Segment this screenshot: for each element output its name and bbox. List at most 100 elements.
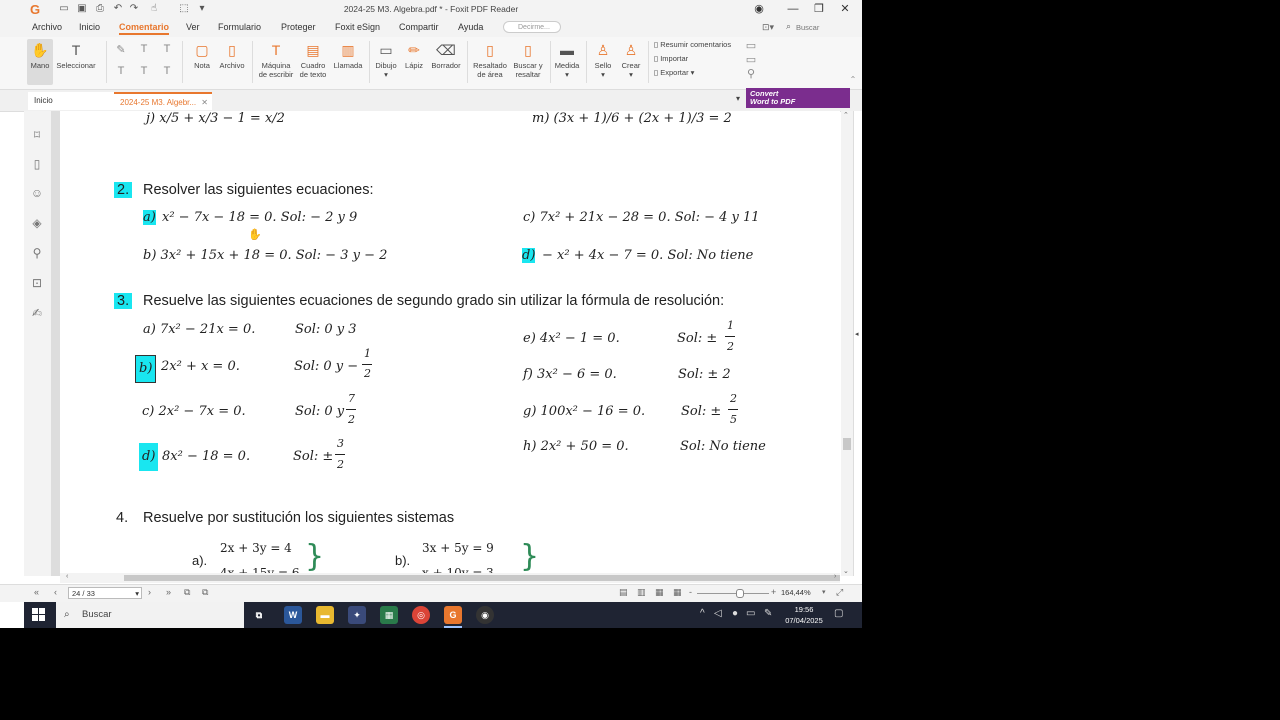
continuous-facing-icon[interactable]: ▦: [673, 587, 682, 598]
pencil-button[interactable]: ✏ Lápiz: [401, 39, 427, 85]
copy-page-icon[interactable]: ⧉: [184, 587, 190, 598]
security-icon[interactable]: ⊡: [30, 276, 44, 290]
insert-icon[interactable]: T: [160, 65, 174, 77]
first-page-icon[interactable]: «: [34, 587, 39, 597]
chrome-icon[interactable]: ◎: [412, 606, 430, 624]
horizontal-scroll-thumb[interactable]: [124, 575, 840, 581]
foxit-taskbar-icon[interactable]: G: [444, 606, 462, 624]
scroll-up-icon[interactable]: ⌃: [843, 111, 849, 119]
facing-page-icon[interactable]: ▦: [655, 587, 664, 598]
menu-inicio[interactable]: Inicio: [79, 22, 100, 32]
page-dropdown-icon[interactable]: ▾: [135, 588, 139, 600]
replace-icon[interactable]: T: [137, 65, 151, 77]
horizontal-scrollbar[interactable]: ‹ ›: [60, 573, 840, 583]
menu-comentario[interactable]: Comentario: [119, 22, 170, 35]
collapse-ribbon-icon[interactable]: ⌃: [846, 75, 860, 84]
word-app-icon[interactable]: W: [284, 606, 302, 624]
textbox-button[interactable]: ▤ Cuadro de texto: [296, 39, 330, 85]
select-tool-button[interactable]: T Seleccionar: [55, 39, 97, 85]
recorder-icon[interactable]: ◉: [476, 606, 494, 624]
scroll-right-icon[interactable]: ›: [834, 573, 836, 580]
zoom-slider[interactable]: [697, 593, 769, 594]
convert-word-banner[interactable]: Convert Word to PDF: [746, 88, 850, 108]
fullscreen-icon[interactable]: ⤢: [836, 587, 843, 598]
note-button[interactable]: ▢ Nota: [188, 39, 216, 85]
highlight-icon[interactable]: ✎: [114, 43, 128, 56]
expand-right-panel-icon[interactable]: ◂: [855, 330, 859, 338]
menu-foxit-esign[interactable]: Foxit eSign: [335, 22, 380, 32]
show-hidden-icons-icon[interactable]: ^: [700, 608, 705, 619]
tell-me-input[interactable]: Decirme...: [503, 21, 561, 33]
minimize-button[interactable]: —: [780, 1, 806, 18]
comments-icon[interactable]: ☺: [30, 186, 44, 200]
menu-ayuda[interactable]: Ayuda: [458, 22, 483, 32]
microphone-icon[interactable]: ●: [732, 608, 738, 619]
pin-icon[interactable]: ⚲: [744, 67, 758, 80]
underline-icon[interactable]: T: [137, 43, 151, 55]
windows-start-icon[interactable]: [32, 608, 46, 622]
import-button[interactable]: ▯ Importar: [654, 54, 688, 63]
single-page-icon[interactable]: ▤: [619, 587, 628, 598]
tab-list-icon[interactable]: ▾: [736, 94, 740, 103]
attachment-icon[interactable]: ⚲: [30, 246, 44, 260]
account-icon[interactable]: ◉: [748, 1, 770, 18]
previous-page-icon[interactable]: ‹: [54, 587, 57, 597]
notifications-icon[interactable]: ▢: [834, 608, 843, 619]
strikeout-icon[interactable]: T: [160, 43, 174, 55]
system-clock[interactable]: 19:56 07/04/2025: [782, 604, 826, 626]
scroll-left-icon[interactable]: ‹: [66, 573, 68, 580]
pen-icon[interactable]: ✎: [764, 608, 772, 619]
vertical-scroll-thumb[interactable]: [843, 438, 851, 450]
taskbar-search-input[interactable]: Buscar: [56, 602, 244, 628]
last-page-icon[interactable]: »: [166, 587, 171, 597]
create-button[interactable]: ♙ Crear ▾: [618, 39, 644, 85]
page-number-input[interactable]: 24 / 33 ▾: [68, 587, 142, 599]
search-input[interactable]: Buscar: [782, 21, 852, 34]
eraser-button[interactable]: ⌫ Borrador: [428, 39, 464, 85]
vertical-scrollbar[interactable]: ⌃ ⌄: [841, 111, 853, 576]
file-attach-button[interactable]: ▯ Archivo: [216, 39, 248, 85]
menu-archivo[interactable]: Archivo: [32, 22, 62, 32]
file-explorer-icon[interactable]: ▬: [316, 606, 334, 624]
comment-options-icon[interactable]: ▭: [744, 53, 758, 66]
drawing-button[interactable]: ▭ Dibujo ▾: [372, 39, 400, 85]
signature-icon[interactable]: ✍: [30, 306, 44, 320]
app-icon[interactable]: ✦: [348, 606, 366, 624]
summarize-comments-button[interactable]: ▯ Resumir comentarios: [654, 40, 731, 49]
menu-formulario[interactable]: Formulario: [218, 22, 261, 32]
network-icon[interactable]: ▭: [746, 608, 755, 619]
search-highlight-button[interactable]: ▯ Buscar y resaltar: [510, 39, 546, 85]
close-button[interactable]: ✕: [832, 1, 858, 18]
document-view[interactable]: j) x/5 + x/3 − 1 = x/2 m) (3x + 1)/6 + (…: [52, 111, 840, 576]
menu-ver[interactable]: Ver: [186, 22, 200, 32]
maximize-button[interactable]: ❐: [806, 1, 832, 18]
callout-button[interactable]: ▥ Llamada: [330, 39, 366, 85]
zoom-dropdown-icon[interactable]: ▾: [822, 588, 826, 596]
continuous-page-icon[interactable]: ▥: [637, 587, 646, 598]
zoom-in-icon[interactable]: +: [771, 587, 776, 597]
tab-inicio[interactable]: Inicio: [28, 92, 114, 110]
tab-document[interactable]: 2024-25 M3. Algebr... ✕: [114, 92, 212, 110]
area-highlight-button[interactable]: ▯ Resaltado de área: [470, 39, 510, 85]
task-view-icon[interactable]: ⧉: [250, 606, 268, 624]
zoom-slider-thumb[interactable]: [736, 589, 744, 598]
zoom-level[interactable]: 164,44%: [781, 588, 811, 597]
layers-icon[interactable]: ◈: [30, 216, 44, 230]
comment-list-icon[interactable]: ▭: [744, 39, 758, 52]
pages-icon[interactable]: ▯: [30, 157, 44, 171]
export-button[interactable]: ▯ Exportar ▾: [654, 68, 694, 77]
menu-compartir[interactable]: Compartir: [399, 22, 439, 32]
volume-icon[interactable]: ◁: [714, 608, 722, 619]
menu-proteger[interactable]: Proteger: [281, 22, 316, 32]
scroll-down-icon[interactable]: ⌄: [843, 567, 849, 575]
next-page-icon[interactable]: ›: [148, 587, 151, 597]
insert-page-icon[interactable]: ⧉: [202, 587, 208, 598]
layout-icon[interactable]: ⊡▾: [762, 22, 774, 33]
close-tab-icon[interactable]: ✕: [201, 94, 208, 112]
bookmark-icon[interactable]: ⌑: [30, 128, 44, 142]
calculator-icon[interactable]: ▦: [380, 606, 398, 624]
squiggly-icon[interactable]: T: [114, 65, 128, 77]
stamp-button[interactable]: ♙ Sello ▾: [590, 39, 616, 85]
zoom-out-icon[interactable]: -: [689, 587, 692, 597]
measure-button[interactable]: ▬ Medida ▾: [552, 39, 582, 85]
